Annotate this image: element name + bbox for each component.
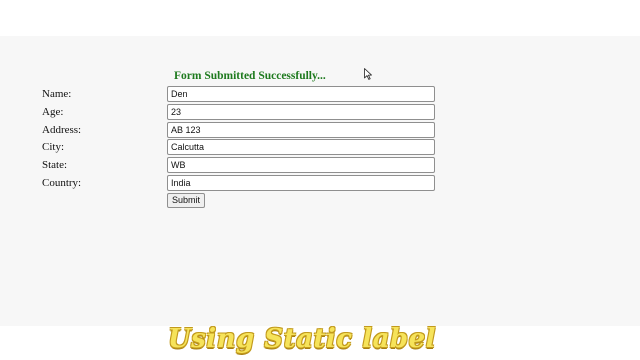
submit-button[interactable]: Submit	[167, 193, 206, 208]
country-field[interactable]	[167, 175, 435, 191]
city-label: City:	[42, 141, 65, 153]
name-field[interactable]	[167, 86, 435, 102]
age-label: Age:	[42, 106, 64, 118]
state-label: State:	[42, 159, 68, 171]
video-caption: Using Static label	[167, 324, 437, 354]
city-field[interactable]	[167, 139, 435, 155]
age-field[interactable]	[167, 104, 435, 120]
address-field[interactable]	[167, 122, 435, 138]
state-field[interactable]	[167, 157, 435, 173]
address-label: Address:	[42, 124, 82, 136]
name-label: Name:	[42, 88, 72, 100]
mouse-pointer-icon	[364, 68, 372, 80]
country-label: Country:	[42, 177, 82, 189]
top-strip	[0, 0, 640, 36]
success-message: Form Submitted Successfully...	[174, 70, 326, 82]
